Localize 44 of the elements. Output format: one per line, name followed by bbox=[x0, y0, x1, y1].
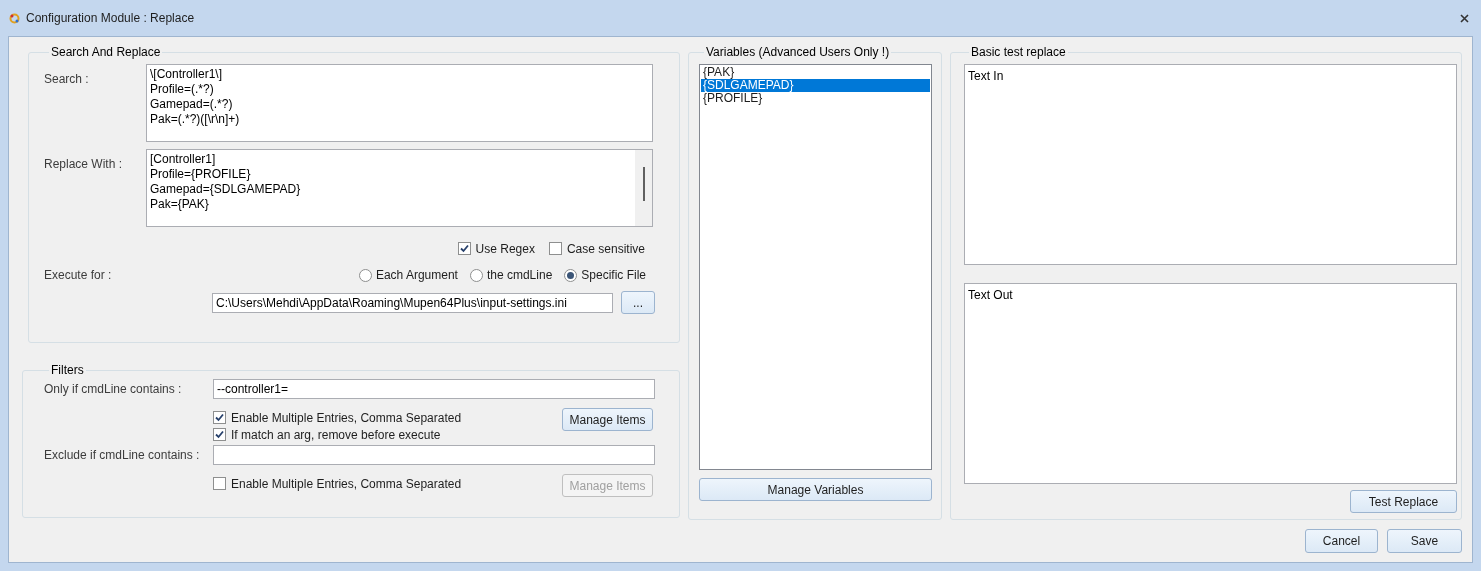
app-icon bbox=[9, 12, 20, 24]
checkbox-label: Enable Multiple Entries, Comma Separated bbox=[231, 475, 462, 493]
variable-item[interactable]: {PAK} bbox=[701, 66, 930, 79]
filter-field[interactable]: --controller1= bbox=[213, 379, 655, 399]
field-label: Only if cmdLine contains : bbox=[44, 381, 183, 398]
close-icon[interactable] bbox=[1460, 13, 1469, 23]
checkbox[interactable] bbox=[213, 411, 226, 424]
radio-button[interactable] bbox=[358, 268, 372, 282]
group-title: Filters bbox=[50, 363, 85, 377]
radio-label: Specific File bbox=[581, 267, 646, 284]
radio-button[interactable] bbox=[564, 268, 578, 282]
dialog-button[interactable]: Cancel bbox=[1305, 529, 1378, 553]
checkbox[interactable] bbox=[457, 242, 471, 255]
checkbox[interactable] bbox=[213, 428, 226, 441]
field-label: Execute for : bbox=[44, 267, 113, 284]
group-title: Variables (Advanced Users Only !) bbox=[705, 45, 891, 59]
radio-label: Each Argument bbox=[375, 267, 458, 284]
window-title: Configuration Module : Replace bbox=[26, 10, 196, 27]
filter-field[interactable] bbox=[213, 445, 655, 465]
field-label: Search : bbox=[44, 72, 89, 86]
file-path-field[interactable]: C:\Users\Mehdi\AppData\Roaming\Mupen64Plus\input-settings.ini bbox=[212, 292, 613, 313]
variable-item[interactable]: {SDLGAMEPAD} bbox=[701, 79, 930, 92]
text-out-field[interactable]: Text Out bbox=[964, 283, 1457, 484]
group-title: Search And Replace bbox=[50, 45, 162, 59]
variable-item[interactable]: {PROFILE} bbox=[701, 92, 930, 105]
manage-variables-button[interactable]: Manage Variables bbox=[699, 478, 932, 501]
test-replace-button[interactable]: Test Replace bbox=[1350, 490, 1457, 513]
checkbox-label: If match an arg, remove before execute bbox=[231, 426, 441, 444]
dialog-button[interactable]: Save bbox=[1387, 529, 1462, 553]
checkbox-label: Enable Multiple Entries, Comma Separated bbox=[231, 409, 462, 427]
field-label: Exclude if cmdLine contains : bbox=[44, 447, 201, 464]
manage-items-button[interactable]: Manage Items bbox=[562, 408, 653, 431]
field-label: Replace With : bbox=[44, 157, 123, 171]
checkbox-label: Use Regex bbox=[475, 240, 535, 258]
group-title: Basic test replace bbox=[970, 45, 1067, 59]
checkbox[interactable] bbox=[213, 477, 226, 490]
radio-label: the cmdLine bbox=[486, 267, 553, 284]
search-field[interactable]: \[Controller1\] Profile=(.*?) Gamepad=(.*?) Pak=(.*?)([\r\n]+) bbox=[146, 64, 653, 142]
variables-list[interactable]: {PAK} {SDLGAMEPAD} {PROFILE} bbox=[699, 64, 932, 470]
radio-button[interactable] bbox=[469, 268, 483, 282]
checkbox[interactable] bbox=[548, 242, 562, 255]
checkbox-label: Case sensitive bbox=[566, 240, 645, 258]
browse-button[interactable]: ... bbox=[621, 291, 655, 314]
text-in-field[interactable]: Text In bbox=[964, 64, 1457, 265]
